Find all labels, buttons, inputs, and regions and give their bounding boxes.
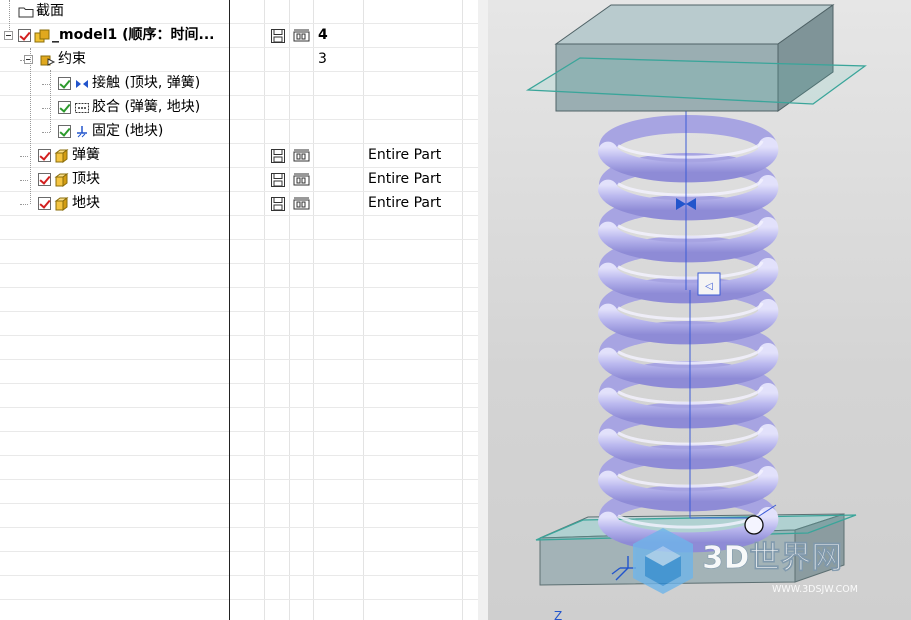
panel-splitter[interactable]: [478, 0, 488, 620]
touch-constraint-icon: [74, 76, 90, 92]
fix-constraint-icon: [74, 124, 90, 140]
tree-connector: [20, 156, 28, 157]
empty-row: [0, 216, 478, 240]
tree-item-label: 顶块: [72, 171, 100, 187]
graphics-viewport[interactable]: ◁ 3D世界网 WWW.3DSJW.COM Z: [488, 0, 911, 620]
reference-set-cell: Entire Part: [368, 171, 442, 187]
tree-item-label: 地块: [72, 195, 100, 211]
reference-set-cell: Entire Part: [368, 195, 442, 211]
empty-row: [0, 240, 478, 264]
spring-end-section[interactable]: [744, 515, 764, 535]
assembly-icon: [34, 28, 50, 44]
tree-connector: [20, 204, 28, 205]
constraint-group-icon: [40, 52, 56, 68]
tree-item-label: _model1 (顺序：时间...: [52, 27, 215, 43]
empty-row: [0, 528, 478, 552]
bond-constraint-icon: [74, 100, 90, 116]
empty-row: [0, 456, 478, 480]
reference-set-cell: Entire Part: [368, 147, 442, 163]
empty-row: [0, 432, 478, 456]
watermark-text: 3D世界网: [702, 540, 842, 576]
save-icon[interactable]: [270, 196, 286, 212]
count-cell: 4: [318, 27, 328, 43]
tree-row[interactable]: 弹簧 Entire Part: [0, 144, 478, 168]
visibility-checkbox[interactable]: [58, 77, 71, 90]
spring-coil-back: [599, 115, 777, 149]
tree-row[interactable]: 顶块 Entire Part: [0, 168, 478, 192]
spring-highlight: [617, 261, 764, 280]
tree-row[interactable]: 胶合 (弹簧, 地块): [0, 96, 478, 120]
empty-row: [0, 600, 478, 620]
column-divider[interactable]: [229, 0, 230, 620]
save-icon[interactable]: [270, 148, 286, 164]
visibility-checkbox[interactable]: [18, 29, 31, 42]
component-icon: [54, 148, 70, 164]
tree-row[interactable]: 截面: [0, 0, 478, 24]
spring-coils[interactable]: [598, 115, 779, 553]
reference-set-icon[interactable]: [293, 148, 310, 164]
tree-connector: [50, 70, 51, 132]
reference-set-icon[interactable]: [293, 172, 310, 188]
empty-row: [0, 384, 478, 408]
tree-item-label: 截面: [36, 3, 64, 19]
svg-text:◁: ◁: [705, 281, 713, 292]
tree-item-label: 约束: [58, 51, 86, 67]
empty-row: [0, 336, 478, 360]
empty-row: [0, 552, 478, 576]
3d-scene[interactable]: ◁ 3D世界网 WWW.3DSJW.COM Z: [488, 0, 911, 620]
tree-row[interactable]: 约束 3: [0, 48, 478, 72]
empty-row: [0, 576, 478, 600]
tree-row[interactable]: 接触 (顶块, 弹簧): [0, 72, 478, 96]
visibility-checkbox[interactable]: [58, 125, 71, 138]
empty-row: [0, 360, 478, 384]
tree-row[interactable]: _model1 (顺序：时间... 4: [0, 24, 478, 48]
collapse-toggle-icon[interactable]: [4, 31, 13, 40]
empty-row: [0, 288, 478, 312]
visibility-checkbox[interactable]: [38, 173, 51, 186]
tree-row[interactable]: 地块 Entire Part: [0, 192, 478, 216]
visibility-checkbox[interactable]: [38, 149, 51, 162]
spring-highlight: [617, 220, 764, 239]
empty-row: [0, 504, 478, 528]
tree-connector: [42, 132, 50, 133]
watermark-url: WWW.3DSJW.COM: [772, 584, 858, 595]
tree-connector: [42, 108, 50, 109]
tree-connector: [9, 0, 10, 30]
empty-row: [0, 408, 478, 432]
folder-icon: [18, 4, 34, 20]
tree-item-label: 弹簧: [72, 147, 100, 163]
tree-connector: [30, 48, 31, 204]
assembly-navigator: 截面 _model1 (顺序：时间... 4 约束 3 接触 (顶块, 弹簧) 胶合 (弹簧…: [0, 0, 478, 620]
tree-connector: [20, 180, 28, 181]
tree-item-label: 固定 (地块): [92, 123, 164, 139]
empty-row: [0, 264, 478, 288]
visibility-checkbox[interactable]: [58, 101, 71, 114]
count-cell: 3: [318, 51, 327, 67]
collapse-toggle-icon[interactable]: [24, 55, 33, 64]
empty-row: [0, 312, 478, 336]
tree-connector: [42, 84, 50, 85]
empty-row: [0, 480, 478, 504]
component-icon: [54, 172, 70, 188]
bond-constraint-symbol[interactable]: ◁: [697, 272, 721, 296]
reference-set-icon[interactable]: [293, 28, 310, 44]
save-icon[interactable]: [270, 172, 286, 188]
reference-set-icon[interactable]: [293, 196, 310, 212]
save-icon[interactable]: [270, 28, 286, 44]
visibility-checkbox[interactable]: [38, 197, 51, 210]
tree-row[interactable]: 固定 (地块): [0, 120, 478, 144]
tree-item-label: 接触 (顶块, 弹簧): [92, 75, 201, 91]
component-icon: [54, 196, 70, 212]
axis-label-z: Z: [554, 609, 562, 620]
tree-item-label: 胶合 (弹簧, 地块): [92, 99, 201, 115]
